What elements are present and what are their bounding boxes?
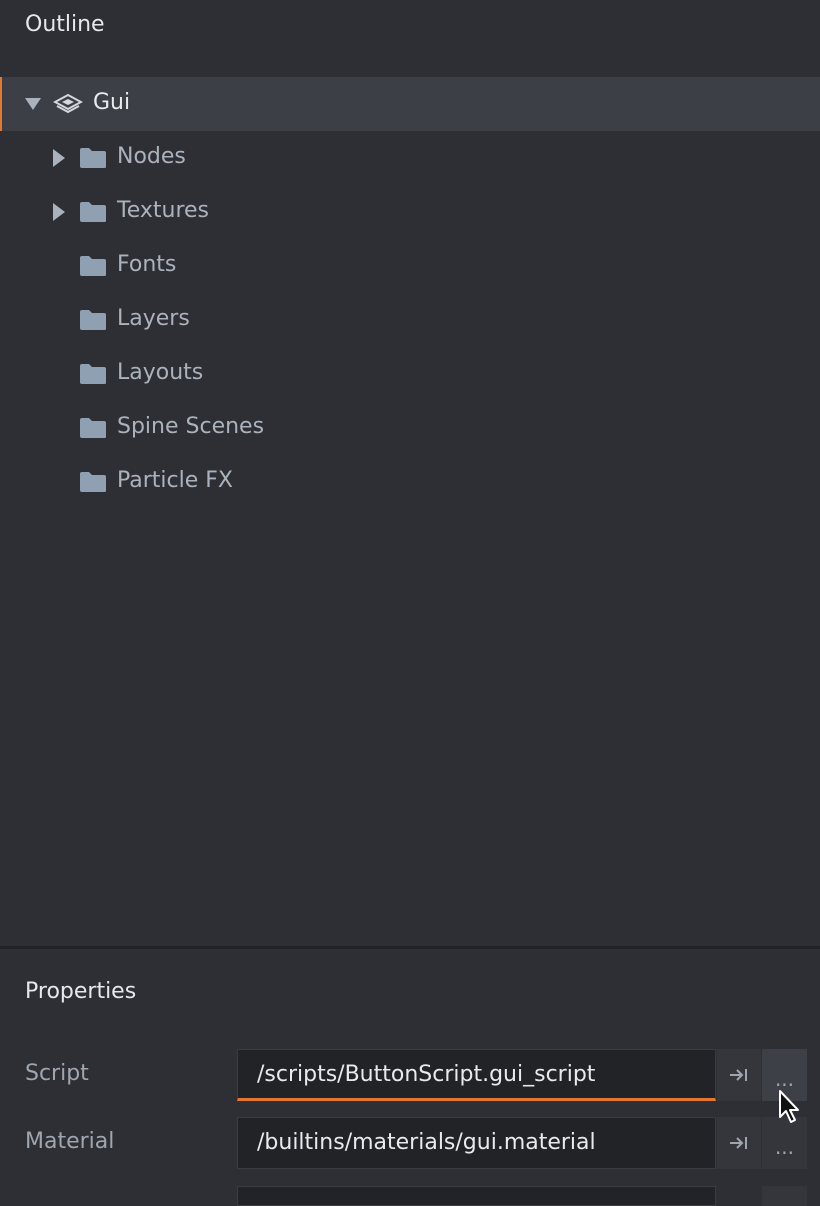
tree-item-layers[interactable]: Layers (0, 293, 820, 347)
tree-item-spine-scenes[interactable]: Spine Scenes (0, 401, 820, 455)
collapse-arrow-icon[interactable] (25, 98, 41, 110)
folder-icon (80, 472, 106, 492)
layers-icon (53, 93, 83, 114)
tree-item-label: Fonts (117, 252, 177, 277)
tree-item-label: Particle FX (117, 468, 234, 493)
folder-icon (80, 202, 106, 222)
goto-arrow-icon (730, 1069, 747, 1081)
expand-arrow-icon[interactable] (53, 203, 65, 221)
tree-item-particle-fx[interactable]: Particle FX (0, 455, 820, 509)
script-path-input[interactable]: /scripts/ButtonScript.gui_script (237, 1049, 716, 1101)
folder-icon (80, 364, 106, 384)
tree-item-label: Layouts (117, 360, 204, 385)
outline-tree: Gui Nodes Textures Fonts Layers Layouts … (0, 77, 820, 509)
property-input-partial[interactable] (237, 1186, 716, 1206)
material-path-input[interactable]: /builtins/materials/gui.material (237, 1117, 716, 1169)
tree-item-label: Nodes (117, 144, 186, 169)
property-label: Material (25, 1129, 115, 1154)
tree-item-label: Spine Scenes (117, 414, 265, 439)
property-label: Script (25, 1061, 89, 1086)
folder-icon (80, 256, 106, 276)
tree-item-nodes[interactable]: Nodes (0, 131, 820, 185)
expand-arrow-icon[interactable] (53, 149, 65, 167)
properties-panel: Properties Script /scripts/ButtonScript.… (0, 949, 820, 1206)
tree-item-layouts[interactable]: Layouts (0, 347, 820, 401)
goto-arrow-icon (730, 1137, 747, 1149)
goto-resource-button[interactable] (717, 1049, 761, 1101)
tree-item-label: Gui (93, 90, 131, 115)
tree-item-label: Textures (117, 198, 209, 223)
goto-resource-button[interactable] (717, 1117, 761, 1169)
folder-icon (80, 310, 106, 330)
property-row-script: Script /scripts/ButtonScript.gui_script … (0, 1049, 820, 1105)
property-row-material: Material /builtins/materials/gui.materia… (0, 1117, 820, 1173)
properties-title: Properties (25, 979, 137, 1004)
outline-title: Outline (25, 12, 105, 37)
outline-panel: Outline Gui Nodes Textures Fonts Layers … (0, 0, 820, 946)
tree-item-gui[interactable]: Gui (0, 77, 820, 131)
tree-item-textures[interactable]: Textures (0, 185, 820, 239)
browse-button-partial[interactable] (762, 1186, 807, 1206)
mouse-cursor-icon (779, 1090, 799, 1123)
folder-icon (80, 148, 106, 168)
tree-item-label: Layers (117, 306, 190, 331)
tree-item-fonts[interactable]: Fonts (0, 239, 820, 293)
folder-icon (80, 418, 106, 438)
